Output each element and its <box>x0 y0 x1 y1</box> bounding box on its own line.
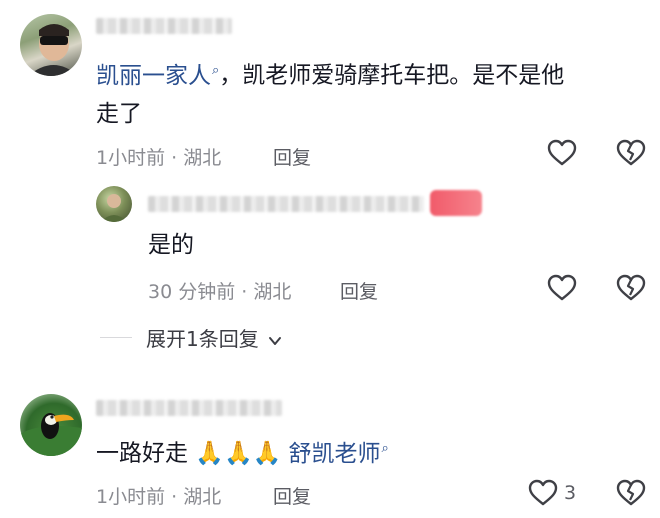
avatar[interactable] <box>20 394 82 456</box>
user-badge <box>430 190 482 216</box>
comment-meta: 30 分钟前 · 湖北 <box>148 281 292 303</box>
expand-replies-label: 展开1条回复 <box>146 327 259 351</box>
username-blurred[interactable] <box>148 196 424 212</box>
reply-button[interactable]: 回复 <box>340 277 378 304</box>
heart-outline-icon[interactable] <box>547 139 577 171</box>
reply-button[interactable]: 回复 <box>273 143 311 170</box>
heart-outline-icon[interactable] <box>528 479 558 511</box>
mention-link[interactable]: 舒凯老师⌕ <box>289 441 389 467</box>
reply-button[interactable]: 回复 <box>273 482 311 509</box>
broken-heart-icon[interactable] <box>616 274 646 306</box>
username-blurred[interactable] <box>96 400 282 416</box>
broken-heart-icon[interactable] <box>616 139 646 171</box>
mention-link[interactable]: 凯丽一家人⌕ <box>96 63 219 89</box>
expand-replies-button[interactable]: 展开1条回复 <box>146 323 283 352</box>
toucan-icon <box>20 413 82 456</box>
broken-heart-icon[interactable] <box>616 479 646 511</box>
avatar-person-icon <box>28 24 78 76</box>
like-count: 3 <box>564 482 577 504</box>
username-blurred[interactable] <box>96 18 232 34</box>
heart-outline-icon[interactable] <box>547 274 577 306</box>
comment-meta: 1小时前 · 湖北 <box>96 486 222 508</box>
avatar[interactable] <box>96 186 132 222</box>
comment-text: 一路好走 🙏🙏🙏 舒凯老师⌕ <box>96 430 389 473</box>
comment-text: 是的 <box>148 232 194 258</box>
divider <box>100 337 132 338</box>
avatar-person-icon <box>101 194 127 222</box>
chevron-down-icon <box>269 336 282 345</box>
comment-text: 凯丽一家人⌕，凯老师爱骑摩托车把。是不是他 走了 <box>96 52 636 133</box>
avatar[interactable] <box>20 14 82 76</box>
emoji-pray: 🙏🙏🙏 <box>195 440 282 467</box>
search-icon: ⌕ <box>381 441 389 456</box>
comment-meta: 1小时前 · 湖北 <box>96 147 222 169</box>
